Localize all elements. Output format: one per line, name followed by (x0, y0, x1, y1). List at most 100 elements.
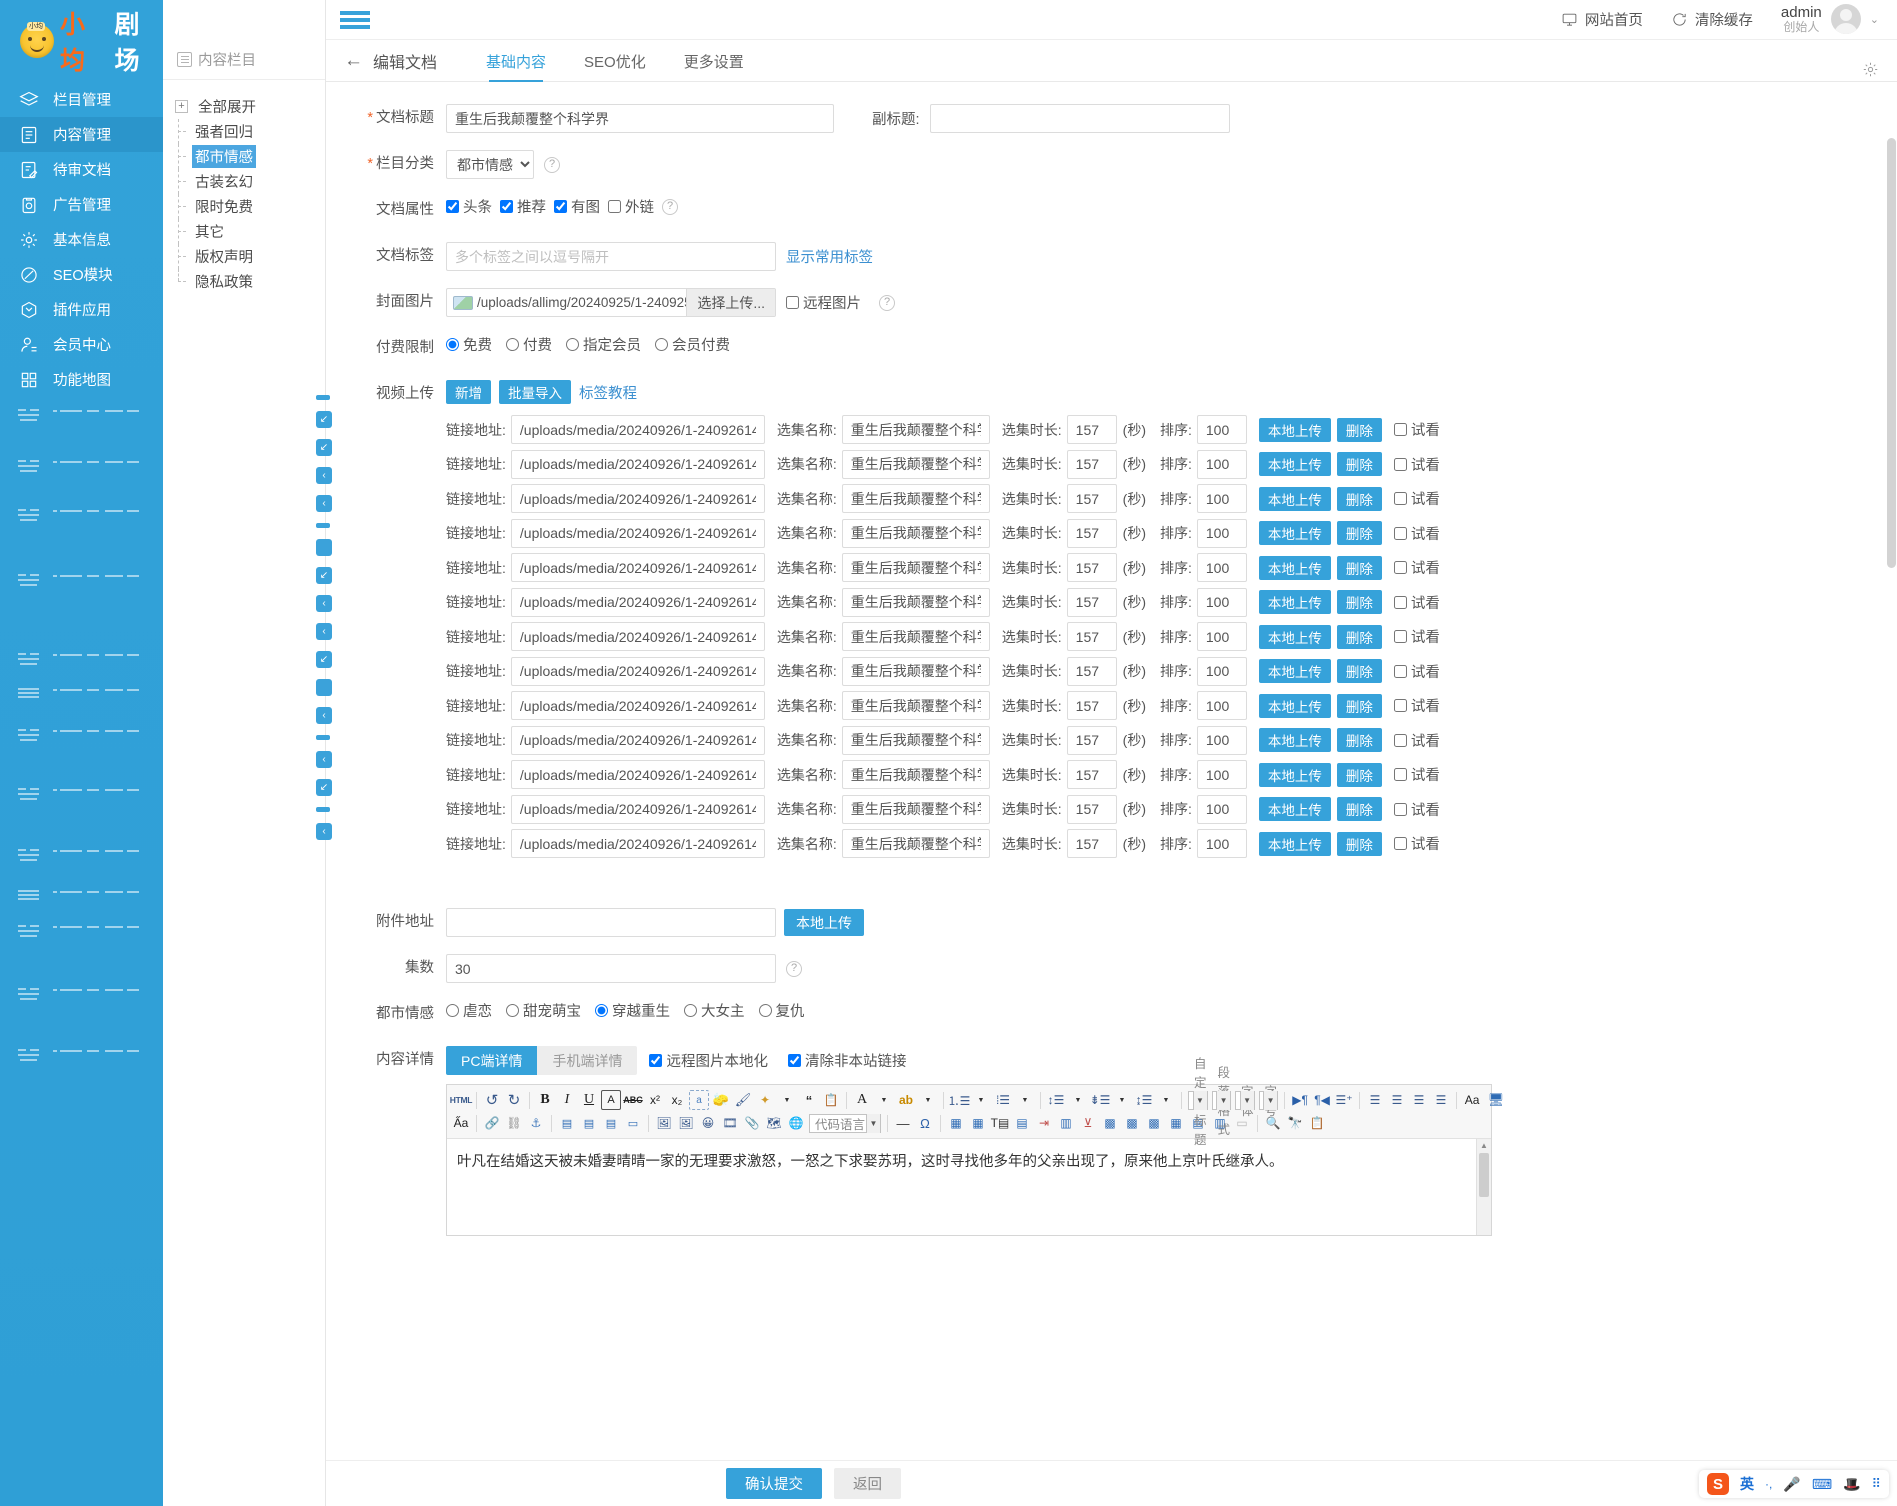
scrollbar-thumb[interactable] (1479, 1153, 1489, 1197)
rtl-direction-icon[interactable]: ¶◀ (1312, 1090, 1332, 1110)
radio[interactable] (684, 1004, 697, 1017)
video-url-input[interactable] (511, 415, 765, 444)
checkbox[interactable] (1394, 665, 1407, 678)
scroll-up-icon[interactable]: ▲ (1477, 1139, 1491, 1153)
arrow-left-icon[interactable]: ← (344, 50, 363, 72)
split-cell-horizontal-icon[interactable]: ▩ (1122, 1113, 1142, 1133)
special-character-icon[interactable]: Ω (915, 1113, 935, 1133)
video-name-input[interactable] (842, 829, 990, 858)
tab-more-settings[interactable]: 更多设置 (665, 41, 763, 81)
page-scrollbar-thumb[interactable] (1887, 138, 1896, 568)
pay-option-member-paid[interactable]: 会员付费 (655, 334, 730, 355)
video-trial-checkbox[interactable]: 试看 (1394, 626, 1440, 647)
help-icon[interactable]: ? (544, 157, 560, 173)
page-scrollbar[interactable] (1887, 138, 1896, 1414)
video-name-input[interactable] (842, 795, 990, 824)
strikethrough-icon[interactable]: ABC (623, 1090, 643, 1110)
help-icon[interactable]: ? (662, 199, 678, 215)
genre-option-abusive-love[interactable]: 虐恋 (446, 1000, 492, 1021)
tree-item[interactable]: 强者回归 (171, 119, 325, 144)
video-order-input[interactable] (1197, 726, 1247, 755)
checkbox[interactable] (786, 296, 799, 309)
tab-basic-content[interactable]: 基础内容 (467, 41, 565, 81)
genre-option-revenge[interactable]: 复仇 (759, 1000, 805, 1021)
video-order-input[interactable] (1197, 760, 1247, 789)
account-menu[interactable]: admin 创始人 ⌄ (1781, 4, 1879, 35)
chevron-down-icon[interactable]: ▼ (1193, 1091, 1207, 1110)
checkbox[interactable] (1394, 699, 1407, 712)
chevron-down-icon[interactable]: ▼ (1068, 1090, 1088, 1110)
sidebar-item-members[interactable]: 会员中心 (0, 327, 163, 362)
video-trial-checkbox[interactable]: 试看 (1394, 799, 1440, 820)
radio[interactable] (595, 1004, 608, 1017)
video-delete-button[interactable]: 删除 (1337, 797, 1382, 821)
attachment-upload-button[interactable]: 本地上传 (784, 909, 864, 936)
video-local-upload-button[interactable]: 本地上传 (1259, 521, 1331, 545)
video-delete-button[interactable]: 删除 (1337, 728, 1382, 752)
sidebar-item-seo[interactable]: SEO模块 (0, 257, 163, 292)
video-delete-button[interactable]: 删除 (1337, 763, 1382, 787)
tree-item[interactable]: 版权声明 (171, 244, 325, 269)
video-url-input[interactable] (511, 553, 765, 582)
help-icon[interactable]: ? (879, 295, 895, 311)
sogou-logo-icon[interactable]: S (1707, 1473, 1729, 1495)
video-local-upload-button[interactable]: 本地上传 (1259, 694, 1331, 718)
checkbox[interactable] (1394, 527, 1407, 540)
eraser-icon[interactable]: 🧽 (711, 1090, 731, 1110)
video-url-input[interactable] (511, 519, 765, 548)
video-batch-import-button[interactable]: 批量导入 (499, 380, 571, 404)
chevron-down-icon[interactable]: ▼ (874, 1090, 894, 1110)
video-local-upload-button[interactable]: 本地上传 (1259, 418, 1331, 442)
video-duration-input[interactable] (1067, 760, 1117, 789)
indent-icon[interactable]: ☰⁺ (1334, 1090, 1354, 1110)
video-delete-button[interactable]: 删除 (1337, 659, 1382, 683)
video-trial-checkbox[interactable]: 试看 (1394, 557, 1440, 578)
radio[interactable] (506, 1004, 519, 1017)
insert-table-icon[interactable]: ▦ (946, 1113, 966, 1133)
video-order-input[interactable] (1197, 657, 1247, 686)
video-trial-checkbox[interactable]: 试看 (1394, 833, 1440, 854)
back-button[interactable]: 返回 (834, 1468, 901, 1499)
select-all-icon[interactable]: a (689, 1090, 709, 1110)
font-size-select[interactable]: 字号▼ (1259, 1091, 1279, 1110)
video-duration-input[interactable] (1067, 415, 1117, 444)
clear-cache-button[interactable]: 清除缓存 (1671, 9, 1753, 30)
video-local-upload-button[interactable]: 本地上传 (1259, 625, 1331, 649)
clear-format-icon[interactable]: 🖌 (733, 1090, 753, 1110)
checkbox[interactable] (1394, 492, 1407, 505)
custom-heading-select[interactable]: 自定义标题▼ (1188, 1091, 1208, 1110)
video-trial-checkbox[interactable]: 试看 (1394, 661, 1440, 682)
chevron-down-icon[interactable]: ▼ (1112, 1090, 1132, 1110)
video-duration-input[interactable] (1067, 622, 1117, 651)
genre-option-sweet-baby[interactable]: 甜宠萌宝 (506, 1000, 581, 1021)
chevron-down-icon[interactable]: ▼ (1263, 1091, 1277, 1110)
video-duration-input[interactable] (1067, 450, 1117, 479)
video-trial-checkbox[interactable]: 试看 (1394, 730, 1440, 751)
emoji-icon[interactable]: 😀 (698, 1113, 718, 1133)
checkbox[interactable] (1394, 734, 1407, 747)
video-name-input[interactable] (842, 450, 990, 479)
video-delete-button[interactable]: 删除 (1337, 694, 1382, 718)
video-trial-checkbox[interactable]: 试看 (1394, 592, 1440, 613)
paste-text-icon[interactable]: 📋 (821, 1090, 841, 1110)
checkbox[interactable] (608, 200, 621, 213)
video-order-input[interactable] (1197, 691, 1247, 720)
remote-image-checkbox[interactable]: 远程图片 (786, 292, 861, 313)
video-order-input[interactable] (1197, 795, 1247, 824)
unordered-list-icon[interactable]: ⁞☰ (993, 1090, 1013, 1110)
pay-option-specified-member[interactable]: 指定会员 (566, 334, 641, 355)
fullscreen-icon[interactable]: 🖥 (1486, 1090, 1506, 1110)
video-trial-checkbox[interactable]: 试看 (1394, 488, 1440, 509)
attachment-icon[interactable]: 📎 (742, 1113, 762, 1133)
document-title-input[interactable] (446, 104, 834, 133)
attr-checkbox-recommend[interactable]: 推荐 (500, 196, 546, 217)
video-url-input[interactable] (511, 450, 765, 479)
skin-icon[interactable]: 🎩 (1843, 1476, 1860, 1493)
video-delete-button[interactable]: 删除 (1337, 452, 1382, 476)
paste-icon[interactable]: 📋 (1307, 1113, 1327, 1133)
video-local-upload-button[interactable]: 本地上传 (1259, 728, 1331, 752)
tag-tutorial-link[interactable]: 标签教程 (579, 382, 637, 403)
help-icon[interactable]: ? (786, 961, 802, 977)
detail-tab-pc[interactable]: PC端详情 (446, 1046, 537, 1075)
checkbox[interactable] (1394, 803, 1407, 816)
